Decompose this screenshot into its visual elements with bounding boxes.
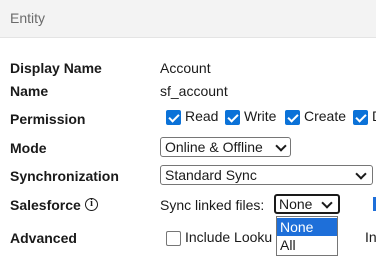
delete-checkbox-box[interactable] — [353, 110, 368, 125]
advanced-label: Advanced — [10, 230, 77, 246]
delete-checkbox-label: D — [372, 108, 376, 124]
dropdown-option-none[interactable]: None — [277, 218, 337, 236]
sync-linked-files-selected-value: None — [279, 196, 313, 212]
create-checkbox-label: Create — [304, 108, 347, 124]
dropdown-option-all[interactable]: All — [277, 236, 337, 254]
sync-linked-files-dropdown[interactable]: None All — [276, 216, 338, 256]
sync-linked-files-select[interactable]: None — [274, 194, 340, 214]
read-checkbox-box[interactable] — [166, 110, 181, 125]
include-lookup-checkbox-label: Include Looku — [185, 229, 273, 245]
include-lookup-checkbox-box[interactable] — [166, 231, 181, 246]
create-checkbox-box[interactable] — [285, 110, 300, 125]
info-icon[interactable]: i — [85, 198, 98, 211]
section-title: Entity — [10, 10, 46, 26]
mode-select[interactable]: Online & Offline — [160, 137, 291, 157]
sync-linked-files-label: Sync linked files: — [160, 197, 265, 213]
write-checkbox-box[interactable] — [225, 110, 240, 125]
chevron-down-icon — [275, 140, 287, 152]
name-value: sf_account — [160, 83, 228, 99]
synchronization-selected-value: Standard Sync — [165, 167, 257, 183]
entity-header: Entity — [0, 0, 376, 38]
display-name-label: Display Name — [10, 60, 102, 76]
display-name-value: Account — [160, 60, 211, 76]
synchronization-label: Synchronization — [10, 168, 119, 184]
mode-label: Mode — [10, 140, 47, 156]
salesforce-label: Salesforce — [10, 197, 81, 213]
read-checkbox-label: Read — [185, 108, 219, 124]
name-label: Name — [10, 83, 49, 99]
chevron-down-icon — [355, 168, 367, 180]
advanced-trailing-text: In — [365, 229, 376, 245]
write-checkbox-label: Write — [244, 108, 277, 124]
permission-label: Permission — [10, 111, 86, 127]
synchronization-select[interactable]: Standard Sync — [160, 165, 373, 185]
mode-selected-value: Online & Offline — [165, 139, 263, 155]
chevron-down-icon — [321, 197, 333, 209]
